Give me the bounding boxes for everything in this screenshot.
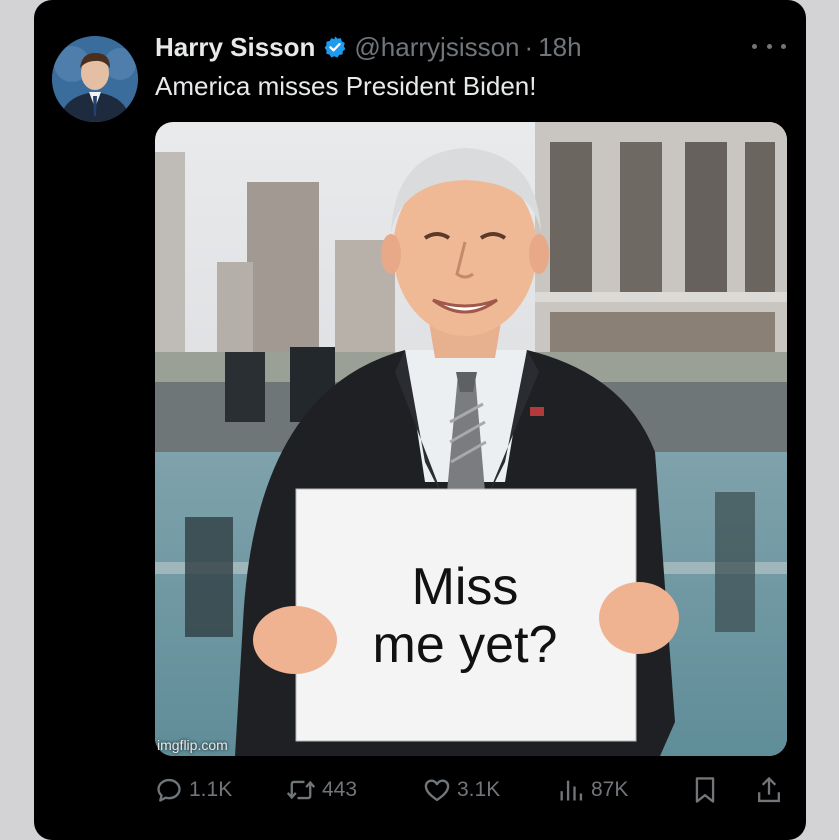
like-count: 3.1K <box>457 778 501 801</box>
tweet-text: America misses President Biden! <box>155 71 537 101</box>
watermark: imgflip.com <box>157 737 228 753</box>
action-bar: 1.1K 443 3.1K 87K <box>155 772 787 808</box>
sign-text: Miss me yet? <box>294 558 636 674</box>
more-options-icon[interactable] <box>752 34 786 58</box>
author-name[interactable]: Harry Sisson <box>155 32 315 63</box>
timestamp[interactable]: 18h <box>538 32 581 63</box>
bookmark-button[interactable] <box>691 772 725 808</box>
reply-icon <box>157 778 181 802</box>
reply-button[interactable]: 1.1K <box>155 772 232 808</box>
share-button[interactable] <box>755 772 789 808</box>
sign-line-1: Miss <box>411 558 519 616</box>
avatar[interactable] <box>52 36 138 122</box>
tweet-header: Harry Sisson @harryjsisson · 18h <box>155 32 582 62</box>
heart-icon <box>424 779 450 802</box>
author-handle[interactable]: @harryjsisson <box>354 32 519 63</box>
views-button[interactable]: 87K <box>557 772 628 808</box>
reply-count: 1.1K <box>189 778 233 801</box>
sign-line-2: me yet? <box>372 616 558 674</box>
repost-icon <box>286 780 316 800</box>
like-button[interactable]: 3.1K <box>423 772 500 808</box>
repost-count: 443 <box>322 778 358 801</box>
analytics-icon <box>560 780 583 801</box>
bookmark-icon <box>695 777 715 803</box>
separator-dot: · <box>524 31 534 62</box>
share-icon <box>758 776 780 803</box>
verified-badge-icon <box>325 36 346 58</box>
repost-button[interactable]: 443 <box>286 772 357 808</box>
view-count: 87K <box>591 778 629 801</box>
